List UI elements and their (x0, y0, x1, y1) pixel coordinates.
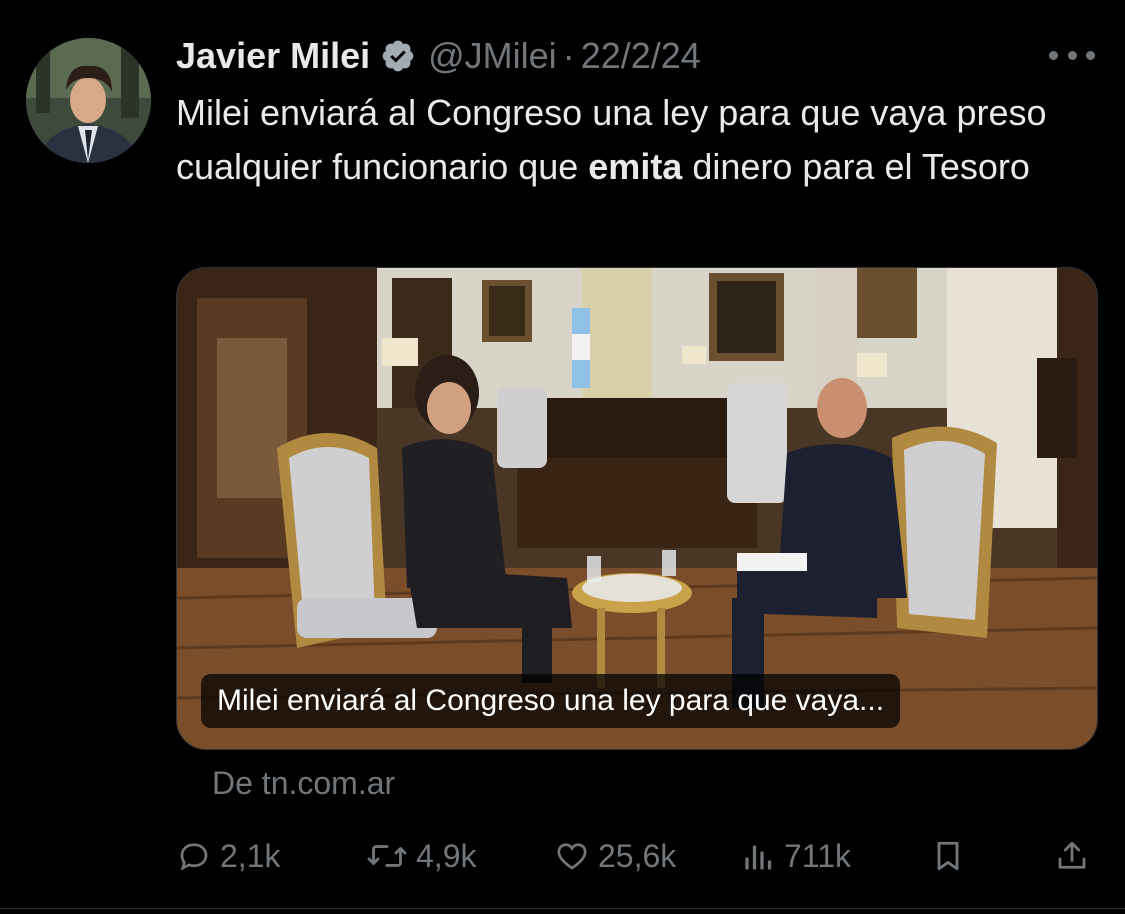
share-button[interactable] (1054, 832, 1090, 880)
share-icon (1058, 841, 1086, 869)
action-bar: 2,1k 4,9k 25,6k 711k (176, 832, 1096, 880)
views-button[interactable]: 711k (742, 832, 851, 880)
like-count: 25,6k (598, 837, 677, 874)
tweet-card[interactable]: Javier Milei @JMilei · 22/2/24 Milei env… (0, 0, 1125, 914)
like-button[interactable]: 25,6k (554, 832, 676, 880)
link-preview-card[interactable]: Milei enviará al Congreso una ley para q… (176, 267, 1098, 750)
retweet-icon (367, 845, 407, 867)
reply-button[interactable]: 2,1k (176, 832, 280, 880)
tweet-header: Javier Milei @JMilei · 22/2/24 (176, 34, 701, 78)
heart-icon (557, 843, 587, 870)
views-count: 711k (784, 837, 852, 874)
retweet-button[interactable]: 4,9k (366, 832, 476, 880)
more-options-icon[interactable] (1049, 40, 1095, 70)
retweet-count: 4,9k (416, 837, 477, 874)
bookmark-icon (937, 841, 959, 871)
author-name[interactable]: Javier Milei (176, 35, 370, 77)
tweet-date[interactable]: 22/2/24 (581, 35, 701, 77)
verified-badge-icon[interactable] (380, 38, 416, 74)
tweet-text: Milei enviará al Congreso una ley para q… (176, 86, 1096, 194)
separator-dot: · (562, 35, 575, 76)
tweet-text-bold: emita (588, 146, 683, 187)
views-icon (745, 845, 772, 870)
reply-icon (180, 843, 208, 871)
author-handle[interactable]: @JMilei (428, 35, 557, 77)
divider (0, 908, 1125, 909)
reply-count: 2,1k (220, 837, 281, 874)
avatar[interactable] (26, 38, 151, 163)
link-source[interactable]: De tn.com.ar (212, 765, 395, 802)
media-caption: Milei enviará al Congreso una ley para q… (201, 674, 901, 728)
tweet-text-after: dinero para el Tesoro (682, 146, 1030, 187)
bookmark-button[interactable] (930, 832, 966, 880)
profile-photo-icon (26, 38, 151, 163)
